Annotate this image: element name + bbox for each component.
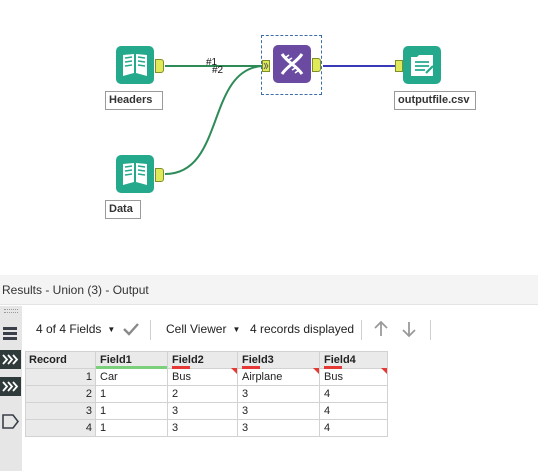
table-row[interactable]: 3 1 3 3 4 — [25, 402, 388, 420]
table-cell[interactable]: 1 — [95, 419, 168, 437]
table-cell[interactable]: 3 — [237, 385, 320, 403]
field-type-indicator — [96, 366, 167, 369]
input-data-book-icon — [116, 155, 154, 193]
arrow-up-icon[interactable] — [372, 313, 390, 345]
headers-input-tool[interactable] — [116, 46, 166, 86]
record-number: 3 — [25, 402, 96, 420]
column-header-record[interactable]: Record — [25, 351, 96, 369]
toolbar-divider — [150, 320, 151, 340]
toolbar-divider — [361, 320, 362, 340]
data-tool-label: Data — [105, 200, 141, 219]
conversion-warning-icon — [313, 368, 319, 374]
output-data-tool[interactable] — [403, 46, 441, 86]
column-header-field3[interactable]: Field3 — [237, 351, 320, 374]
column-header-field4[interactable]: Field4 — [319, 351, 388, 374]
table-cell[interactable]: Bus — [167, 368, 238, 386]
table-row[interactable]: 2 1 2 3 4 — [25, 385, 388, 403]
results-panel: Results - Union (3) - Output 4 of 4 Fiel… — [0, 275, 538, 471]
field-type-indicator — [172, 366, 190, 369]
record-number: 1 — [25, 368, 96, 386]
table-cell[interactable]: 1 — [95, 402, 168, 420]
arrow-down-icon[interactable] — [400, 313, 418, 345]
drag-grip-icon[interactable] — [4, 309, 18, 313]
union-dna-icon[interactable] — [273, 45, 311, 83]
connection-data-to-union — [164, 65, 263, 175]
table-cell[interactable]: 3 — [167, 402, 238, 420]
data-input-tool[interactable] — [116, 155, 166, 195]
results-side-strip — [0, 306, 22, 471]
fields-list-icon[interactable] — [0, 324, 21, 343]
connection-label-2: #2 — [212, 65, 224, 76]
fields-selector-label: 4 of 4 Fields — [36, 322, 102, 336]
records-count: 4 records displayed — [250, 322, 355, 336]
output-anchor[interactable] — [155, 168, 164, 182]
table-cell[interactable]: 3 — [237, 402, 320, 420]
table-cell[interactable]: 4 — [319, 402, 388, 420]
forward-chevrons-icon[interactable] — [0, 377, 21, 396]
results-title: Results - Union (3) - Output — [0, 275, 538, 305]
table-cell[interactable]: Car — [95, 368, 168, 386]
headers-tool-label: Headers — [105, 91, 163, 110]
table-row[interactable]: 1 Car Bus Airplane Bus — [25, 368, 388, 386]
union-input-anchor[interactable] — [262, 60, 270, 72]
grid-header-row: Record Field1 Field2 Field3 Field4 — [25, 351, 388, 374]
forward-chevrons-icon[interactable] — [0, 350, 21, 369]
chevron-down-icon: ▼ — [232, 325, 241, 334]
table-cell[interactable]: 4 — [319, 419, 388, 437]
field-type-indicator — [324, 366, 342, 369]
column-header-field2[interactable]: Field2 — [167, 351, 238, 374]
apply-checkmark-icon[interactable] — [122, 313, 140, 345]
toolbar-divider — [430, 320, 431, 340]
view-selector[interactable]: Cell Viewer ▼ — [166, 313, 240, 345]
results-toolbar: 4 of 4 Fields ▼ Cell Viewer ▼ 4 records di… — [22, 313, 538, 345]
output-input-anchor[interactable] — [395, 60, 403, 72]
table-cell[interactable]: 1 — [95, 385, 168, 403]
column-header-label: Field3 — [242, 354, 274, 366]
table-row[interactable]: 4 1 3 3 4 — [25, 419, 388, 437]
field-type-indicator — [242, 366, 260, 369]
output-tool-label: outputfile.csv — [394, 91, 476, 110]
column-header-label: Field1 — [100, 354, 132, 366]
output-anchor[interactable] — [155, 59, 164, 73]
output-data-icon — [403, 46, 441, 84]
column-header-label: Field4 — [324, 354, 356, 366]
column-header-label: Field2 — [172, 354, 204, 366]
results-grid: Record Field1 Field2 Field3 Field4 1 Car… — [25, 351, 388, 437]
union-output-anchor[interactable] — [312, 58, 321, 72]
conversion-warning-icon — [231, 368, 237, 374]
table-cell[interactable]: 3 — [237, 419, 320, 437]
workflow-canvas[interactable]: #1 #2 Headers Data outputfile.csv — [0, 0, 538, 271]
table-cell[interactable]: Bus — [319, 368, 388, 386]
record-number: 4 — [25, 419, 96, 437]
table-cell[interactable]: 4 — [319, 385, 388, 403]
column-header-field1[interactable]: Field1 — [95, 351, 168, 369]
table-cell[interactable]: 2 — [167, 385, 238, 403]
table-cell[interactable]: 3 — [167, 419, 238, 437]
input-data-book-icon — [116, 46, 154, 84]
chevron-down-icon: ▼ — [107, 325, 116, 334]
record-number: 2 — [25, 385, 96, 403]
table-cell[interactable]: Airplane — [237, 368, 320, 386]
tag-outline-icon[interactable] — [0, 412, 21, 431]
fields-selector[interactable]: 4 of 4 Fields ▼ — [36, 313, 115, 345]
conversion-warning-icon — [381, 368, 387, 374]
view-selector-label: Cell Viewer — [166, 322, 227, 336]
